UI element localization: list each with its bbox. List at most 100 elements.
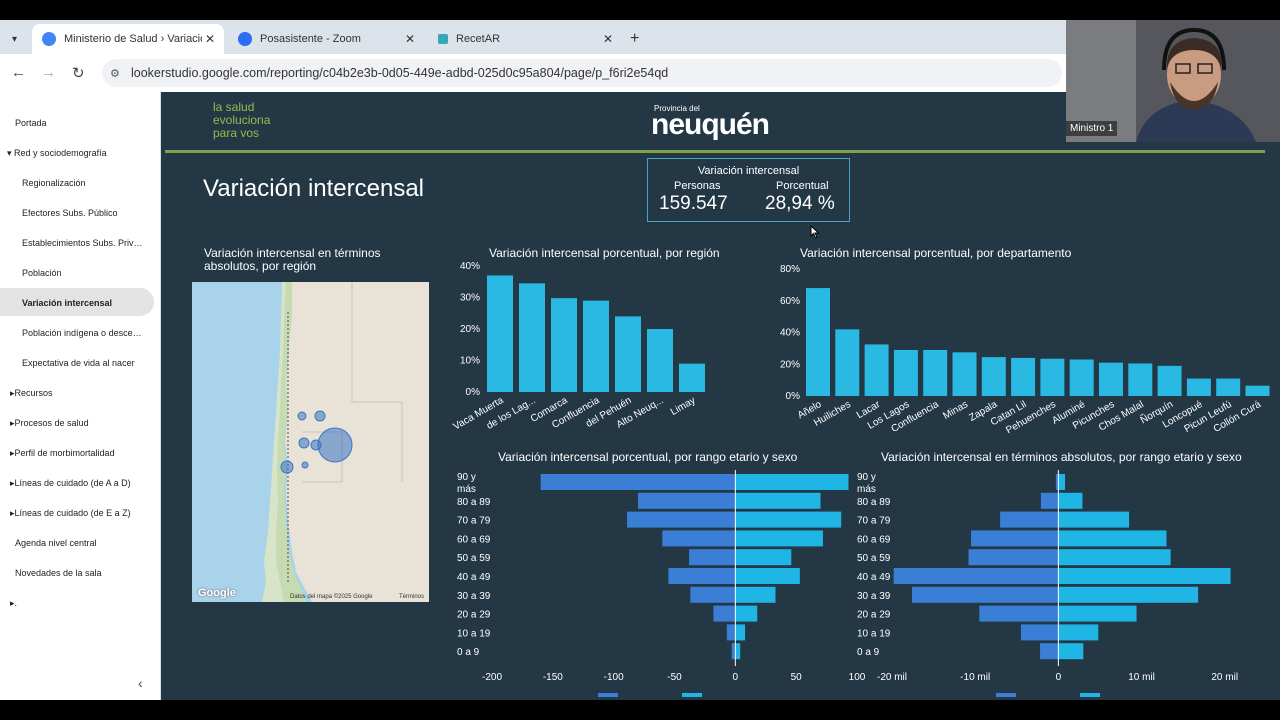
sidebar-item-novedades[interactable]: Novedades de la sala <box>15 568 102 578</box>
tab-zoom[interactable]: Posasistente - Zoom ✕ <box>228 24 424 54</box>
neuquen-logo: neuquén <box>651 108 770 141</box>
site-info-icon[interactable]: ⚙ <box>110 67 120 80</box>
female-bar-4 <box>1058 530 1167 547</box>
sidebar-item-agenda[interactable]: Agenda nivel central <box>15 538 97 548</box>
bubble-lagos[interactable] <box>280 460 294 474</box>
bar-1 <box>487 275 513 392</box>
sidebar-item-expectativa[interactable]: Expectativa de vida al nacer <box>22 358 135 368</box>
female-bar-10 <box>735 643 741 660</box>
sidebar-item-recursos[interactable]: ▸Recursos <box>10 388 53 399</box>
female-bar-9 <box>735 624 746 641</box>
bar-5 <box>615 316 641 392</box>
tab-recetar[interactable]: RecetAR ✕ <box>428 24 622 54</box>
kpi-label-personas: Personas <box>674 180 721 192</box>
sidebar-item-regionalizacion[interactable]: Regionalización <box>22 178 86 188</box>
sidebar-item-poblacion[interactable]: Población <box>22 268 62 278</box>
sidebar-item-dot[interactable]: ▸. <box>10 598 17 609</box>
y-tick-label: 20 a 29 <box>457 610 491 621</box>
male-bar-6 <box>668 568 736 584</box>
male-bar-2 <box>638 492 736 509</box>
sidebar-item-efectores[interactable]: Efectores Subs. Público <box>22 208 118 218</box>
female-bar-8 <box>735 605 758 622</box>
x-tick-label: Limay <box>669 395 698 418</box>
tab-title: RecetAR <box>456 33 501 45</box>
recetar-icon <box>438 34 448 44</box>
address-bar[interactable]: lookerstudio.google.com/reporting/c04b2e… <box>102 59 1062 87</box>
bar-2 <box>835 329 860 396</box>
chart-title-edad-porcentual: Variación intercensal porcentual, por ra… <box>498 450 798 464</box>
male-bar-8 <box>713 605 736 622</box>
sidebar-item-portada[interactable]: Portada <box>15 118 47 128</box>
x-tick-label: 0 <box>733 672 739 683</box>
sidebar-item-lineas-e-z[interactable]: ▸Líneas de cuidado (de E a Z) <box>10 508 131 519</box>
bubble-pehuen[interactable] <box>298 437 310 449</box>
x-tick-label: -10 mil <box>960 672 990 683</box>
sidebar-item-establecimientos[interactable]: Establecimientos Subs. Privados <box>22 238 144 248</box>
close-icon[interactable]: ✕ <box>600 32 616 46</box>
bar-16 <box>1245 385 1270 396</box>
bubble-vaca-muerta[interactable] <box>314 410 326 422</box>
bar-9 <box>1040 358 1065 396</box>
male-bar-5 <box>968 549 1059 566</box>
forward-icon[interactable]: → <box>41 64 56 81</box>
x-tick-label: -50 <box>667 672 682 683</box>
bar-1 <box>806 288 830 396</box>
sidebar-item-lineas-a-d[interactable]: ▸Líneas de cuidado (de A a D) <box>10 478 131 489</box>
male-bar-2 <box>1040 492 1059 509</box>
male-bar-10 <box>1040 643 1059 660</box>
mouse-cursor-icon <box>810 225 820 239</box>
map-terms-link[interactable]: Términos <box>399 594 424 600</box>
bar-11 <box>1099 362 1123 396</box>
x-tick-label: -20 mil <box>877 672 907 683</box>
bubble-alto-neuquen[interactable] <box>297 411 307 421</box>
male-bar-1 <box>540 474 736 490</box>
female-bar-8 <box>1058 605 1137 622</box>
sidebar-item-procesos[interactable]: ▸Procesos de salud <box>10 418 89 429</box>
bubble-limay[interactable] <box>301 461 309 469</box>
collapse-sidebar-icon[interactable]: ‹ <box>138 675 143 691</box>
bar-14 <box>1186 378 1211 396</box>
bubble-comarca[interactable] <box>310 439 322 451</box>
male-bar-10 <box>731 643 736 660</box>
page-title: Variación intercensal <box>203 175 425 202</box>
y-tick-label: 40% <box>460 261 480 272</box>
bubble-confluencia[interactable] <box>317 427 353 463</box>
y-tick-label: 50 a 59 <box>857 553 891 564</box>
y-tick-label: más <box>457 484 476 495</box>
bar-7 <box>679 363 705 392</box>
y-tick-label: 40 a 49 <box>457 572 491 583</box>
x-tick-label: -150 <box>543 672 563 683</box>
close-icon[interactable]: ✕ <box>402 32 418 46</box>
female-bar-3 <box>1058 511 1130 528</box>
bar-15 <box>1216 378 1241 396</box>
bar-3 <box>864 344 889 396</box>
new-tab-button[interactable]: + <box>630 24 652 54</box>
reload-icon[interactable]: ↻ <box>72 64 85 82</box>
y-tick-label: 80% <box>780 264 800 275</box>
bar-4 <box>583 300 609 392</box>
y-tick-label: 70 a 79 <box>857 516 891 527</box>
close-icon[interactable]: ✕ <box>202 32 218 46</box>
y-tick-label: más <box>857 484 876 495</box>
male-bar-6 <box>893 568 1059 584</box>
header-divider <box>165 150 1265 153</box>
y-tick-label: 30 a 39 <box>457 591 491 602</box>
sidebar-item-poblacion-indigena[interactable]: Población indígena o descendiente <box>22 328 144 338</box>
back-icon[interactable]: ← <box>11 64 26 81</box>
y-tick-label: 60% <box>780 296 800 307</box>
female-bar-1 <box>735 474 849 490</box>
bar-13 <box>1157 365 1182 396</box>
kpi-value-porcentual: 28,94 % <box>765 193 835 214</box>
region-bubble-map[interactable]: Google Datos del mapa ©2025 Google Térmi… <box>192 282 429 602</box>
y-tick-label: 90 y <box>457 472 476 483</box>
female-bar-9 <box>1058 624 1099 641</box>
bar-3 <box>551 298 577 392</box>
sidebar-item-variacion-intercensal[interactable]: Variación intercensal <box>22 298 112 308</box>
sidebar-item-red-sociodemografia[interactable]: ▾ Red y sociodemografía <box>7 148 107 159</box>
y-tick-label: 10 a 19 <box>857 628 891 639</box>
sidebar-item-perfil[interactable]: ▸Perfil de morbimortalidad <box>10 448 115 459</box>
screen-bottom-bar <box>0 700 1280 720</box>
y-tick-label: 0 a 9 <box>457 647 480 658</box>
tab-search-button[interactable]: ▾ <box>6 24 26 54</box>
tab-active[interactable]: Ministerio de Salud › Variación intercen… <box>32 24 224 54</box>
